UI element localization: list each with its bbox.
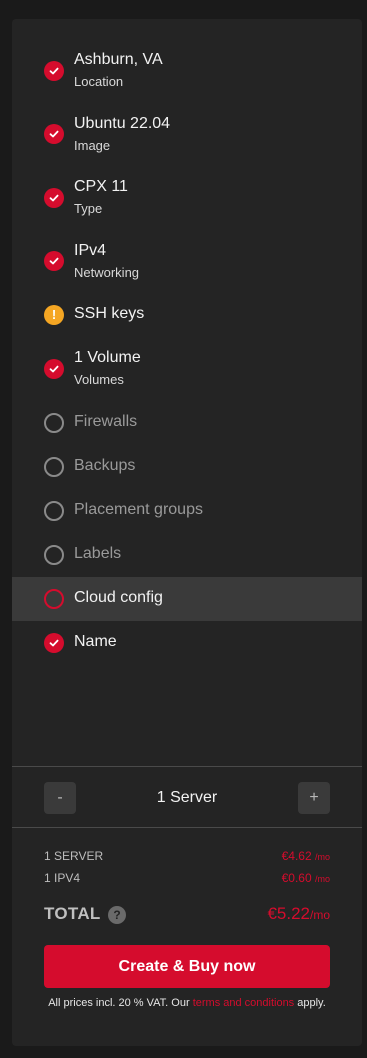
decrement-server-button[interactable]: -	[44, 782, 76, 814]
step-title: SSH keys	[74, 305, 145, 322]
create-and-buy-button[interactable]: Create & Buy now	[44, 945, 330, 988]
empty-circle-icon	[44, 457, 64, 477]
line-price: €0.60 /mo	[281, 871, 330, 885]
step-location[interactable]: Ashburn, VA Location	[12, 49, 362, 93]
step-title: IPv4	[74, 242, 107, 259]
help-icon[interactable]: ?	[108, 906, 126, 924]
step-title: Ubuntu 22.04	[74, 115, 171, 132]
step-type[interactable]: CPX 11 Type	[12, 177, 362, 221]
step-name[interactable]: Name	[12, 621, 362, 665]
empty-circle-icon	[44, 413, 64, 433]
step-title: 1 Volume	[74, 349, 141, 366]
divider	[12, 827, 362, 828]
server-count-label: 1 Server	[156, 789, 218, 806]
step-title: Cloud config	[74, 589, 163, 606]
line-label: 1 SERVER	[44, 849, 104, 863]
step-networking[interactable]: IPv4 Networking	[12, 241, 362, 285]
empty-red-circle-icon	[44, 589, 64, 609]
step-title: Ashburn, VA	[74, 51, 163, 68]
divider	[12, 766, 362, 767]
total-price: €5.22/mo	[267, 904, 330, 923]
step-placement-groups[interactable]: Placement groups	[12, 489, 362, 533]
step-title: Labels	[74, 545, 122, 562]
step-subtitle: Volumes	[74, 372, 124, 387]
step-backups[interactable]: Backups	[12, 445, 362, 489]
step-labels[interactable]: Labels	[12, 533, 362, 577]
increment-server-button[interactable]: +	[298, 782, 330, 814]
total-label: TOTAL	[44, 904, 101, 923]
check-circle-icon	[44, 124, 64, 144]
empty-circle-icon	[44, 545, 64, 565]
line-price: €4.62 /mo	[281, 849, 330, 863]
create-server-summary-panel: Ashburn, VA Location Ubuntu 22.04 Image …	[12, 19, 362, 1046]
step-subtitle: Type	[74, 201, 103, 216]
check-circle-icon	[44, 359, 64, 379]
step-title: Backups	[74, 457, 136, 474]
terms-link[interactable]: terms and conditions	[193, 997, 295, 1009]
check-circle-icon	[44, 633, 64, 653]
check-circle-icon	[44, 61, 64, 81]
check-circle-icon	[44, 188, 64, 208]
step-subtitle: Image	[74, 138, 111, 153]
exclamation-circle-icon: !	[44, 305, 64, 325]
step-title: Placement groups	[74, 501, 203, 518]
vat-note: All prices incl. 20 % VAT. Our terms and…	[48, 997, 326, 1009]
step-title: Firewalls	[74, 413, 138, 430]
check-circle-icon	[44, 251, 64, 271]
step-volumes[interactable]: 1 Volume Volumes	[12, 337, 362, 387]
step-ssh-keys[interactable]: ! SSH keys	[12, 293, 362, 337]
step-cloud-config[interactable]: Cloud config	[12, 577, 362, 621]
total-row: TOTAL ? €5.22/mo	[44, 904, 330, 926]
step-title: CPX 11	[74, 178, 128, 195]
step-subtitle: Networking	[74, 265, 140, 280]
empty-circle-icon	[44, 501, 64, 521]
step-subtitle: Location	[74, 74, 124, 89]
step-title: Name	[74, 633, 117, 650]
step-firewalls[interactable]: Firewalls	[12, 401, 362, 445]
price-line-server: 1 SERVER €4.62 /mo	[44, 849, 330, 863]
line-label: 1 IPV4	[44, 871, 81, 885]
step-image[interactable]: Ubuntu 22.04 Image	[12, 113, 362, 157]
price-line-ipv4: 1 IPV4 €0.60 /mo	[44, 871, 330, 885]
